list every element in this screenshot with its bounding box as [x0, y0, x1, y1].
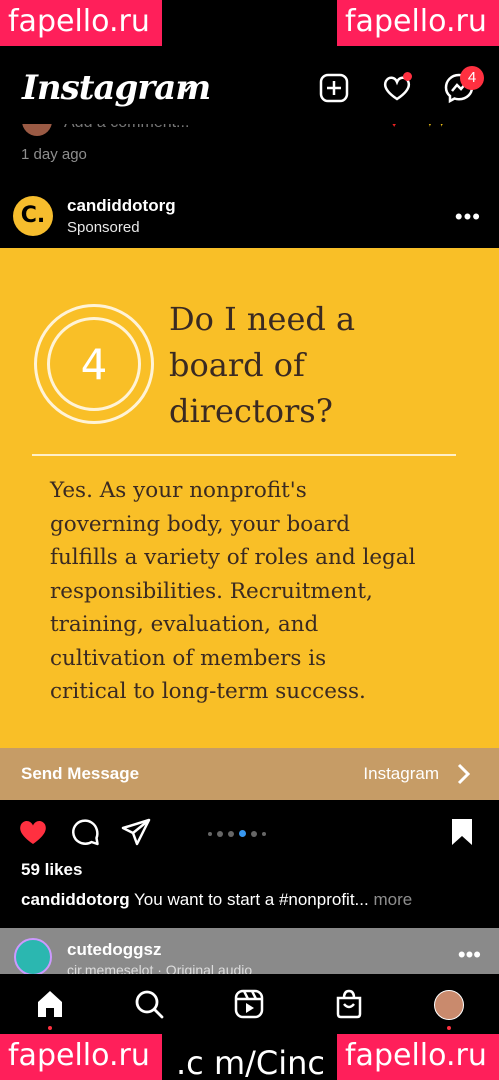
active-tab-dot	[48, 1026, 52, 1030]
post-header: C. candiddotorg Sponsored •••	[0, 190, 499, 246]
carousel-dot	[262, 831, 266, 836]
carousel-indicator	[208, 825, 271, 838]
post-timestamp: 1 day ago	[21, 146, 87, 163]
post-caption: candiddotorg You want to start a #nonpro…	[21, 890, 412, 910]
comment-icon[interactable]	[69, 816, 101, 848]
carousel-dot	[239, 830, 246, 838]
watermark-top-right: fapello.ru	[337, 0, 499, 46]
ad-title-line: Do I need a	[169, 300, 356, 338]
avatar[interactable]	[14, 938, 52, 974]
carousel-dot	[251, 830, 257, 837]
more-options-icon[interactable]: •••	[455, 204, 481, 230]
profile-avatar[interactable]	[434, 990, 464, 1020]
heart-emoji-icon[interactable]: ♥	[390, 124, 398, 130]
number-badge: 4	[34, 304, 154, 424]
watermark-bottom-right: fapello.ru	[337, 1034, 499, 1080]
post-subtitle[interactable]: cir.memeselot · Original audio	[67, 962, 252, 974]
save-icon[interactable]	[446, 816, 478, 848]
ad-body: Yes. As your nonprofit's governing body,…	[50, 474, 470, 709]
post-username[interactable]: cutedoggsz	[67, 940, 161, 960]
post-actions	[0, 808, 499, 854]
avatar	[22, 124, 52, 136]
profile-notification-dot	[447, 1026, 451, 1030]
chevron-right-icon	[457, 763, 471, 785]
messages-badge: 4	[460, 66, 484, 90]
cta-source: Instagram	[363, 764, 439, 783]
clap-emoji-icon[interactable]: ✦✦	[424, 124, 447, 131]
more-options-icon[interactable]: •••	[458, 942, 481, 968]
divider	[32, 454, 456, 456]
ad-body-line: critical to long-term success.	[50, 679, 366, 704]
carousel-dot	[217, 830, 223, 837]
new-post-icon[interactable]	[318, 72, 350, 104]
cta-label: Send Message	[21, 764, 140, 783]
watermark-top-left: fapello.ru	[0, 0, 162, 46]
sponsored-label: Sponsored	[67, 219, 140, 236]
search-icon[interactable]	[133, 988, 165, 1020]
ad-body-line: cultivation of members is	[50, 645, 327, 671]
ad-title-line: directors?	[169, 392, 333, 430]
ad-body-line: fulfills a variety of roles and legal	[50, 545, 416, 570]
add-comment-input[interactable]: Add a comment...	[64, 124, 189, 132]
app-header: Instagram 4	[0, 56, 499, 124]
likes-count[interactable]: 59 likes	[21, 860, 82, 880]
shop-icon[interactable]	[333, 988, 365, 1020]
next-post-header: cutedoggsz cir.memeselot · Original audi…	[0, 928, 499, 974]
notification-dot	[403, 72, 412, 81]
watermark-url: .c m/Cinc	[176, 1044, 325, 1080]
number-badge-value: 4	[47, 317, 141, 411]
caption-username[interactable]: candiddotorg	[21, 890, 130, 909]
carousel-dot	[208, 831, 212, 836]
chevron-down-icon[interactable]	[180, 82, 192, 94]
ad-body-line: responsibilities. Recruitment,	[50, 578, 373, 604]
send-message-cta[interactable]: Send Message Instagram	[0, 748, 499, 800]
watermark-bottom-left: fapello.ru	[0, 1034, 162, 1080]
post-image[interactable]: 4 Do I need a board of directors? Yes. A…	[0, 248, 499, 748]
reels-icon[interactable]	[233, 988, 265, 1020]
home-icon[interactable]	[34, 988, 66, 1020]
carousel-dot	[228, 830, 234, 837]
avatar[interactable]: C.	[13, 196, 53, 236]
ad-body-line: Yes. As your nonprofit's	[50, 478, 307, 503]
share-icon[interactable]	[120, 816, 152, 848]
ad-body-line: training, evaluation, and	[50, 612, 319, 637]
ad-body-line: governing body, your board	[50, 511, 351, 537]
post-username[interactable]: candiddotorg	[67, 196, 176, 216]
like-icon[interactable]	[17, 816, 49, 848]
caption-more-link[interactable]: more	[373, 890, 412, 909]
caption-text: You want to start a #nonprofit...	[134, 890, 369, 909]
ad-title-line: board of	[169, 346, 305, 384]
ad-title: Do I need a board of directors?	[169, 296, 469, 434]
previous-post-comment-bar: Add a comment... ♥ ✦✦	[0, 124, 499, 136]
